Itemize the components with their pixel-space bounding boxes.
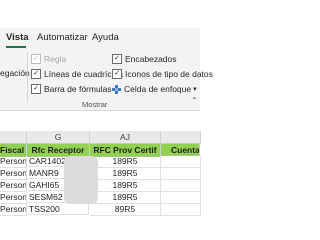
lineas-cuadricula-checkbox[interactable]: ✓ <box>31 69 41 79</box>
cell-cuenta[interactable] <box>161 156 201 168</box>
cell-cuenta[interactable] <box>161 204 201 216</box>
ribbon-tab-bar: Vista Automatizar Ayuda <box>0 28 200 48</box>
cell-fiscal[interactable]: Persona <box>0 180 27 192</box>
cell-fiscal[interactable]: Persona <box>0 156 27 168</box>
option-iconos-tipo-datos[interactable]: ✓ Iconos de tipo de datos <box>112 69 213 79</box>
cell-fiscal[interactable]: Persona <box>0 204 27 216</box>
cell-cuenta[interactable] <box>161 180 201 192</box>
option-celda-enfoque[interactable]: Celda de enfoque ▾ <box>112 84 197 94</box>
cell-rfc-prov-certif[interactable]: 189R5 <box>90 180 161 192</box>
cell-rfc-prov-certif[interactable]: 189R5 <box>90 156 161 168</box>
cell-rfc-prov-certif[interactable]: 89R5 <box>90 204 161 216</box>
column-header-aj[interactable]: AJ <box>90 131 161 144</box>
barra-formulas-checkbox[interactable]: ✓ <box>31 84 41 94</box>
redaction-blur <box>64 156 98 204</box>
ribbon-panel: egación ✓ Regla ✓ Líneas de cuadrícula ✓… <box>0 48 213 111</box>
group-label-mostrar: Mostrar <box>82 100 108 109</box>
cell-cuenta[interactable] <box>161 192 201 204</box>
encabezados-checkbox[interactable]: ✓ <box>112 54 122 64</box>
option-barra-formulas[interactable]: ✓ Barra de fórmulas <box>31 84 112 94</box>
header-cell-cuenta[interactable]: Cuenta <box>161 144 200 156</box>
column-header-next[interactable] <box>161 131 201 144</box>
tab-vista[interactable]: Vista <box>6 32 29 43</box>
iconos-tipo-datos-checkbox[interactable]: ✓ <box>112 69 122 79</box>
column-header-partial[interactable] <box>0 131 27 144</box>
cell-rfc-prov-certif[interactable]: 189R5 <box>90 192 161 204</box>
cell-fiscal[interactable]: Persona <box>0 168 27 180</box>
cell-rfc-receptor[interactable]: TSS200 <box>27 204 89 215</box>
navigation-button-partial[interactable]: egación <box>0 68 30 78</box>
tab-automatizar[interactable]: Automatizar <box>37 32 88 43</box>
cell-fiscal[interactable]: Persona <box>0 192 27 204</box>
iconos-tipo-datos-label: Iconos de tipo de datos <box>125 69 213 79</box>
celda-enfoque-label: Celda de enfoque <box>124 84 192 94</box>
option-regla[interactable]: ✓ Regla <box>31 54 66 64</box>
cell-rfc-prov-certif[interactable]: 189R5 <box>90 168 161 180</box>
cell-cuenta[interactable] <box>161 168 201 180</box>
column-header-g[interactable]: G <box>27 131 90 144</box>
tab-ayuda[interactable]: Ayuda <box>92 32 119 43</box>
ribbon-separator <box>27 52 28 102</box>
option-lineas-cuadricula[interactable]: ✓ Líneas de cuadrícula <box>31 69 123 79</box>
focus-cell-icon <box>112 84 121 94</box>
chevron-down-icon[interactable]: ▾ <box>193 85 197 93</box>
collapse-ribbon-icon[interactable]: ⌃ <box>191 96 198 105</box>
barra-formulas-label: Barra de fórmulas <box>44 84 112 94</box>
option-encabezados[interactable]: ✓ Encabezados <box>112 54 177 64</box>
regla-checkbox[interactable]: ✓ <box>31 54 41 64</box>
encabezados-label: Encabezados <box>125 54 177 64</box>
regla-label: Regla <box>44 54 67 64</box>
